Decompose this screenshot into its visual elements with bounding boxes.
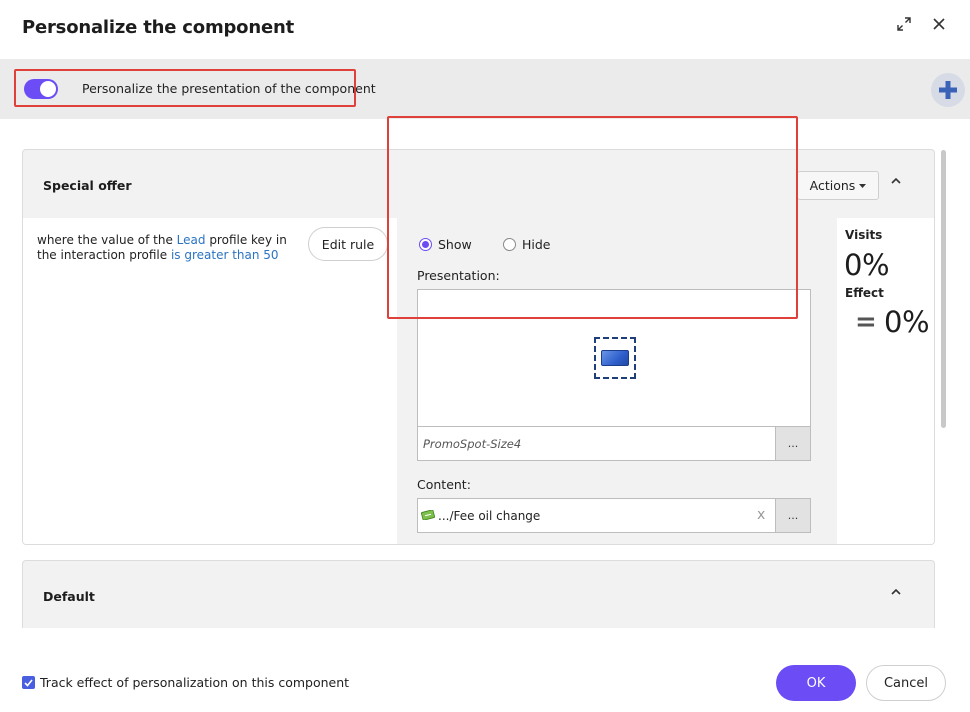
toggle-knob [40, 81, 56, 97]
collapse-default-icon[interactable] [889, 585, 903, 599]
default-panel: Default [22, 560, 935, 628]
add-condition-button[interactable] [931, 73, 965, 107]
presentation-value: PromoSpot-Size4 [423, 437, 522, 451]
effect-value: 0% [884, 305, 930, 339]
effect-equals-sign: = [855, 307, 877, 337]
caret-down-icon [859, 183, 867, 188]
ok-button[interactable]: OK [776, 665, 856, 701]
stats-column: Visits 0% Effect = 0% [837, 218, 934, 544]
actions-button[interactable]: Actions [797, 171, 879, 200]
content-label: Content: [417, 477, 471, 492]
presentation-highlight-frame [387, 116, 798, 319]
presentation-field[interactable]: PromoSpot-Size4 ... [417, 426, 811, 461]
content-field[interactable]: .../Fee oil change x ... [417, 498, 811, 533]
content-browse-button[interactable]: ... [775, 499, 810, 532]
rule-description: where the value of the Lead profile key … [37, 233, 299, 263]
cancel-button[interactable]: Cancel [866, 665, 946, 701]
close-icon[interactable] [929, 14, 949, 34]
presentation-thumbnail [594, 337, 636, 379]
expand-icon[interactable] [894, 14, 914, 34]
effect-label: Effect [845, 286, 884, 300]
track-effect-label: Track effect of personalization on this … [40, 675, 350, 690]
default-title: Default [43, 589, 95, 604]
rule-key-link[interactable]: Lead [177, 233, 206, 247]
actions-label: Actions [809, 178, 856, 193]
collapse-special-offer-icon[interactable] [889, 174, 903, 188]
content-value: .../Fee oil change [438, 509, 541, 523]
track-effect-row[interactable]: Track effect of personalization on this … [22, 675, 349, 690]
dialog-title: Personalize the component [22, 17, 294, 38]
presentation-icon [601, 350, 629, 366]
presentation-browse-button[interactable]: ... [775, 427, 810, 460]
rule-condition-link[interactable]: is greater than 50 [171, 248, 279, 262]
clear-content-icon[interactable]: x [757, 508, 765, 522]
plus-icon [939, 81, 957, 99]
visits-label: Visits [845, 228, 883, 242]
special-offer-title: Special offer [43, 178, 132, 193]
rule-text-pre: where the value of the [37, 233, 177, 247]
personalize-toggle-label: Personalize the presentation of the comp… [82, 81, 376, 96]
scrollbar[interactable] [941, 150, 946, 428]
rule-column: where the value of the Lead profile key … [23, 218, 397, 544]
edit-rule-button[interactable]: Edit rule [308, 227, 388, 261]
track-effect-checkbox[interactable] [22, 676, 35, 689]
personalize-toggle[interactable] [24, 79, 58, 99]
personalize-dialog: Personalize the component Personalize th… [0, 0, 970, 712]
content-item-icon [421, 510, 435, 520]
checkmark-icon [24, 678, 33, 687]
visits-value: 0% [844, 248, 890, 282]
